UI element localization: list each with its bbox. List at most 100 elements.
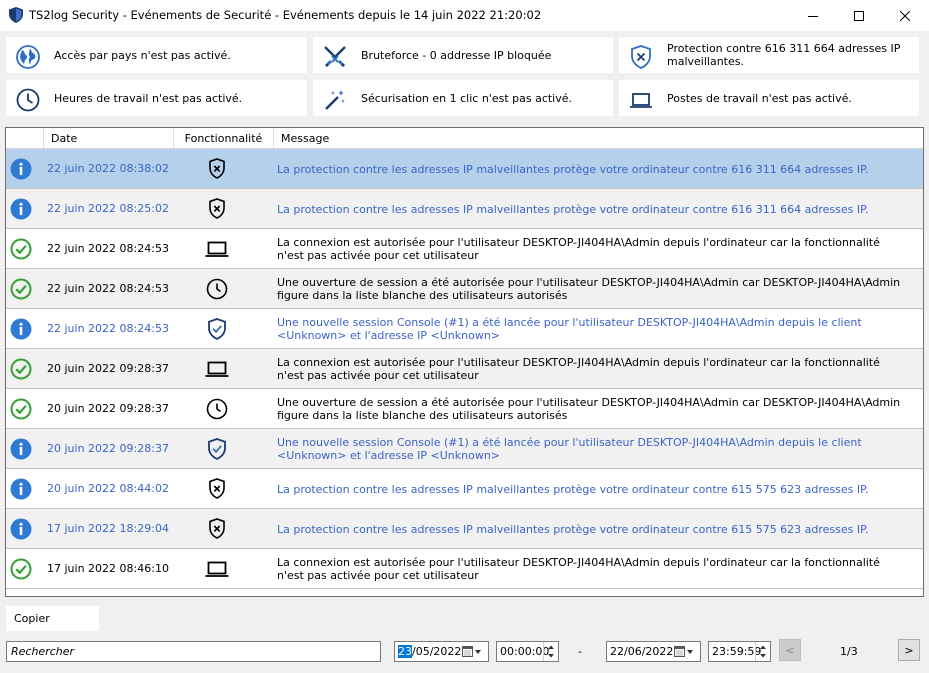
table-row[interactable]: 17 juin 2022 18:29:04 La protection contr… — [6, 509, 923, 549]
check-circle-icon — [10, 398, 32, 420]
next-page-button[interactable]: > — [898, 639, 920, 661]
end-time-spinner-icon[interactable] — [755, 642, 770, 661]
card-country-access[interactable]: Accès par pays n'est pas activé. — [6, 37, 307, 73]
feature-column-header[interactable]: Fonctionnalité — [174, 128, 274, 148]
laptop-icon — [204, 556, 230, 582]
magic-wand-icon — [325, 90, 345, 110]
calendar-dropdown-icon[interactable] — [674, 645, 696, 658]
check-circle-icon — [10, 238, 32, 260]
search-input[interactable] — [6, 641, 381, 662]
copy-button[interactable]: Copier — [6, 606, 99, 631]
end-time-value: 23:59:59 — [712, 645, 762, 658]
card-text: Postes de travail n'est pas activé. — [667, 91, 852, 105]
card-text: Bruteforce - 0 addresse IP bloquée — [361, 48, 552, 62]
row-message: Une ouverture de session a été autorisée… — [277, 396, 901, 422]
info-icon — [10, 158, 32, 180]
crossed-swords-icon — [324, 46, 346, 67]
maximize-icon — [854, 10, 864, 21]
shield-x-icon — [204, 476, 230, 502]
card-text: Protection contre 616 311 664 adresses I… — [667, 42, 901, 68]
row-message: La protection contre les adresses IP mal… — [277, 202, 869, 216]
check-circle-icon — [10, 278, 32, 300]
row-date: 22 juin 2022 08:24:53 — [47, 322, 169, 335]
previous-page-button[interactable]: < — [779, 639, 801, 661]
row-message: La connexion est autorisée pour l'utilis… — [277, 356, 880, 382]
card-working-hours[interactable]: Heures de travail n'est pas activé. — [6, 80, 307, 116]
start-date-rest: /05/2022 — [412, 645, 462, 658]
start-time-value: 00:00:00 — [500, 645, 550, 658]
shield-x-icon — [204, 156, 230, 182]
row-message: Une ouverture de session a été autorisée… — [277, 276, 901, 302]
status-column-header[interactable] — [6, 128, 44, 148]
row-message: La connexion est autorisée pour l'utilis… — [277, 236, 880, 262]
end-date-value: 22/06/2022 — [610, 645, 674, 658]
card-text: Sécurisation en 1 clic n'est pas activé. — [361, 91, 573, 105]
card-bruteforce[interactable]: Bruteforce - 0 addresse IP bloquée — [313, 37, 613, 73]
start-date-day: 23 — [398, 645, 412, 658]
events-grid[interactable]: Date Fonctionnalité Message 22 juin 2022… — [5, 127, 924, 597]
row-message: Une nouvelle session Console (#1) a été … — [277, 436, 862, 462]
range-separator: - — [578, 645, 582, 658]
row-date: 22 juin 2022 08:24:53 — [47, 242, 169, 255]
info-icon — [10, 518, 32, 540]
table-row[interactable]: 20 juin 2022 08:44:02 La protection contr… — [6, 469, 923, 509]
row-date: 22 juin 2022 08:25:02 — [47, 202, 169, 215]
laptop-icon — [204, 236, 230, 262]
table-row[interactable]: 20 juin 2022 09:28:37 La connexion est au… — [6, 349, 923, 389]
row-date: 20 juin 2022 08:44:02 — [47, 482, 169, 495]
maximize-button[interactable] — [836, 0, 882, 31]
row-message: La protection contre les adresses IP mal… — [277, 522, 869, 536]
card-text: Heures de travail n'est pas activé. — [54, 91, 243, 105]
close-icon — [900, 10, 910, 21]
table-row[interactable]: 22 juin 2022 08:24:53 Une nouvelle sessio… — [6, 309, 923, 349]
start-time-field[interactable]: 00:00:00 — [496, 641, 559, 662]
window-title: TS2log Security - Evénements de Securité… — [29, 8, 542, 22]
table-row[interactable]: 22 juin 2022 08:38:02 La protection contr… — [6, 149, 923, 189]
minimize-button[interactable] — [790, 0, 836, 31]
check-circle-icon — [10, 558, 32, 580]
minimize-icon — [808, 15, 818, 17]
date-column-header[interactable]: Date — [44, 128, 174, 148]
info-icon — [10, 438, 32, 460]
table-row[interactable]: 22 juin 2022 08:25:02 La protection contr… — [6, 189, 923, 229]
calendar-dropdown-icon[interactable] — [462, 645, 484, 658]
info-icon — [10, 478, 32, 500]
end-time-field[interactable]: 23:59:59 — [708, 641, 771, 662]
table-row[interactable]: 22 juin 2022 08:24:53 Une ouverture de se… — [6, 269, 923, 309]
shield-x-icon — [204, 196, 230, 222]
shield-x-icon — [631, 45, 651, 69]
laptop-icon — [204, 356, 230, 382]
row-date: 22 juin 2022 08:38:02 — [47, 162, 169, 175]
card-one-click[interactable]: Sécurisation en 1 clic n'est pas activé. — [313, 80, 613, 116]
shield-check-icon — [204, 436, 230, 462]
row-date: 17 juin 2022 08:46:10 — [47, 562, 169, 575]
start-date-value: 23/05/2022 — [398, 645, 461, 658]
grid-header: Date Fonctionnalité Message — [6, 128, 923, 149]
clock-icon — [204, 396, 230, 422]
info-icon — [10, 198, 32, 220]
shield-x-icon — [204, 516, 230, 542]
check-circle-icon — [10, 358, 32, 380]
clock-icon — [16, 88, 40, 112]
table-row[interactable]: 17 juin 2022 08:46:10 La connexion est au… — [6, 549, 923, 589]
laptop-icon — [630, 93, 652, 108]
globe-icon — [16, 45, 40, 69]
table-row[interactable]: 20 juin 2022 09:28:37 Une nouvelle sessio… — [6, 429, 923, 469]
row-date: 22 juin 2022 08:24:53 — [47, 282, 169, 295]
row-date: 20 juin 2022 09:28:37 — [47, 402, 169, 415]
message-column-header[interactable]: Message — [274, 128, 923, 148]
close-button[interactable] — [882, 0, 928, 31]
table-row[interactable]: 20 juin 2022 09:28:37 Une ouverture de se… — [6, 389, 923, 429]
row-message: La protection contre les adresses IP mal… — [277, 482, 869, 496]
start-date-picker[interactable]: 23/05/2022 — [394, 641, 489, 662]
table-row[interactable]: 22 juin 2022 08:24:53 La connexion est au… — [6, 229, 923, 269]
row-message: La protection contre les adresses IP mal… — [277, 162, 869, 176]
card-ip-protection[interactable]: Protection contre 616 311 664 adresses I… — [619, 37, 919, 73]
end-date-picker[interactable]: 22/06/2022 — [606, 641, 701, 662]
card-text: Accès par pays n'est pas activé. — [54, 48, 231, 62]
clock-icon — [204, 276, 230, 302]
shield-check-icon — [204, 316, 230, 342]
start-time-spinner-icon[interactable] — [543, 642, 558, 661]
card-workstations[interactable]: Postes de travail n'est pas activé. — [619, 80, 919, 116]
title-bar: TS2log Security - Evénements de Securité… — [0, 0, 929, 31]
